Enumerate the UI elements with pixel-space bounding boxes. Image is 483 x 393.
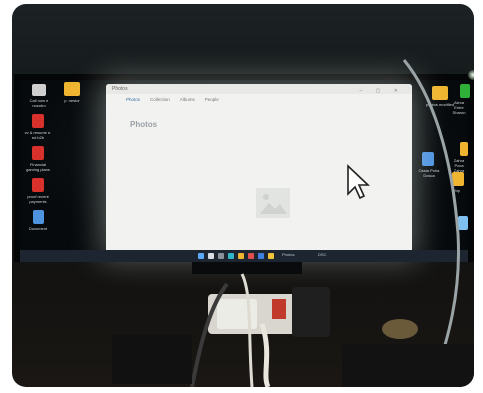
photo-frame: Call now e nosotro p. nestor cv & resume…: [12, 4, 474, 387]
cable: [259, 323, 271, 387]
desk-object: [382, 319, 418, 339]
power-switch: [272, 299, 286, 319]
desk-object: [112, 334, 192, 384]
desk-hardware: [112, 59, 474, 387]
power-cable: [402, 59, 461, 387]
desk-object: [342, 344, 474, 387]
plug: [217, 299, 257, 329]
monitor-stand: [192, 262, 302, 274]
adapter-plug: [292, 287, 330, 337]
